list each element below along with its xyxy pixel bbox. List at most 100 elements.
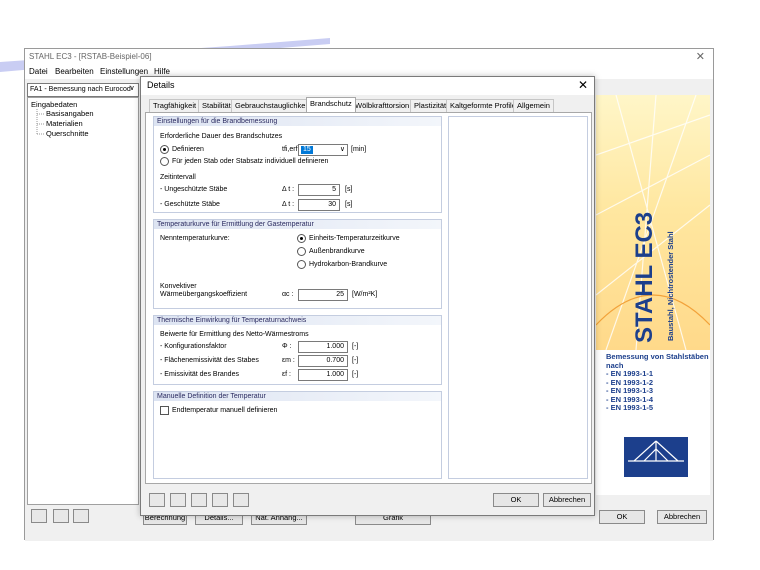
config-factor-label: - Konfigurationsfaktor [160,343,227,350]
radio-standard-curve[interactable] [297,234,306,243]
dt-symbol: Δ t : [282,201,295,208]
help-icon[interactable] [149,493,165,507]
details-dialog: Details ✕ Tragfähigkeit Stabilität Gebra… [140,76,595,516]
unprotected-label: - Ungeschützte Stäbe [160,186,228,193]
menu-einstellungen[interactable]: Einstellungen [100,67,148,76]
nominal-curve-label: Nenntemperaturkurve: [160,235,230,242]
tab-kaltgeformte-profile[interactable]: Kaltgeformte Profile [446,99,520,112]
manual-temperature-checkbox[interactable] [160,406,169,415]
splash-title: STAHL EC3 [631,212,658,343]
temperature-curve-group: Temperaturkurve für Ermittlung der Gaste… [153,219,442,309]
config-factor-unit: [-] [352,343,359,350]
tab-allgemein[interactable]: Allgemein [513,99,554,112]
main-close-icon[interactable]: ✕ [696,50,705,63]
export-icon[interactable] [53,509,69,523]
tfi-value: 15 [301,146,313,154]
tfi-dropdown[interactable]: 15 ∨ [298,144,348,156]
fire-emissivity-input[interactable]: 1.000 [298,369,348,381]
dialog-bottom-bar: OK Abbrechen [141,485,594,515]
reset-icon[interactable] [191,493,207,507]
menu-datei[interactable]: Datei [29,67,48,76]
thermal-action-group: Thermische Einwirkung für Temperaturnach… [153,315,442,385]
product-splash: STAHL EC3 Baustahl, Nichtrostender Stahl… [596,95,710,495]
tree-item-basisangaben[interactable]: Basisangaben [46,109,94,118]
main-ok-button[interactable]: OK [599,510,645,524]
fire-settings-header: Einstellungen für die Brandbemessung [154,117,441,126]
member-emissivity-symbol: εm : [282,357,295,364]
radio-define[interactable] [160,145,169,154]
load-icon[interactable] [212,493,228,507]
radio-external-curve-label: Außenbrandkurve [309,248,365,255]
manual-temperature-header: Manuelle Definition der Temperatur [154,392,441,401]
radio-individual-label: Für jeden Stab oder Stabsatz individuell… [172,158,329,165]
help-icon[interactable] [31,509,47,523]
tree-item-materialien[interactable]: Materialien [46,119,83,128]
protected-input[interactable]: 30 [298,199,340,211]
splash-subtitle: Baustahl, Nichtrostender Stahl [666,231,675,341]
manual-temperature-label: Endtemperatur manuell definieren [172,407,278,414]
splash-heading: Bemessung von Stahlstäben nach [606,352,709,370]
dlubal-logo-icon [624,437,688,477]
splash-title-vertical: STAHL EC3 [631,212,658,343]
preview-area [448,116,588,479]
cancel-button[interactable]: Abbrechen [543,493,591,507]
tab-woelbkrafttorsion[interactable]: Wölbkrafttorsion [351,99,414,112]
unprotected-input[interactable]: 5 [298,184,340,196]
tab-plastizitaet[interactable]: Plastizität [410,99,451,112]
alpha-input[interactable]: 25 [298,289,348,301]
main-title-bar: STAHL EC3 - [RSTAB-Beispiel-06] ✕ [25,49,713,65]
manual-temperature-group: Manuelle Definition der Temperatur Endte… [153,391,442,479]
fire-emissivity-label: - Emissivität des Brandes [160,371,239,378]
member-emissivity-label: - Flächenemissivität des Stabes [160,357,259,364]
main-cancel-button[interactable]: Abbrechen [657,510,707,524]
temperature-curve-header: Temperaturkurve für Ermittlung der Gaste… [154,220,441,229]
radio-hydrocarbon-curve[interactable] [297,260,306,269]
menu-bearbeiten[interactable]: Bearbeiten [55,67,94,76]
tab-stabilitaet[interactable]: Stabilität [198,99,235,112]
thermal-action-header: Thermische Einwirkung für Temperaturnach… [154,316,441,325]
tab-tragfaehigkeit[interactable]: Tragfähigkeit [149,99,201,112]
ok-button[interactable]: OK [493,493,539,507]
dialog-title: Details [147,80,175,90]
tab-content-brandschutz: Einstellungen für die Brandbemessung Erf… [145,112,592,484]
tab-gebrauchstauglichkeit[interactable]: Gebrauchstauglichkeit [231,99,314,112]
menu-hilfe[interactable]: Hilfe [154,67,170,76]
main-window-title: STAHL EC3 - [RSTAB-Beispiel-06] [29,52,152,61]
tfi-unit: [min] [351,146,367,153]
tree-root[interactable]: Eingabedaten [31,100,77,109]
alpha-unit: [W/m²K] [352,291,378,298]
radio-standard-curve-label: Einheits-Temperaturzeitkurve [309,235,400,242]
convective-label-line2: Wärmeübergangskoeffizient [160,291,248,298]
tree-item-querschnitte[interactable]: Querschnitte [46,129,89,138]
case-select-value: FA1 - Bemessung nach Eurocod [30,86,131,93]
fire-emissivity-symbol: εf : [282,371,291,378]
fire-emissivity-unit: [-] [352,371,359,378]
splash-subtitle-vertical: Baustahl, Nichtrostender Stahl [666,231,675,341]
close-icon[interactable]: ✕ [578,78,588,92]
chevron-down-icon: ∨ [129,85,135,92]
member-emissivity-unit: [-] [352,357,359,364]
radio-external-curve[interactable] [297,247,306,256]
radio-define-label: Definieren [172,146,204,153]
import-icon[interactable] [73,509,89,523]
unprotected-unit: [s] [345,186,353,193]
tree-connector-lines [36,109,45,135]
case-select[interactable]: FA1 - Bemessung nach Eurocod ∨ [27,83,139,97]
chevron-down-icon: ∨ [339,146,345,153]
tab-brandschutz[interactable]: Brandschutz [306,97,356,112]
alpha-symbol: αc : [282,291,294,298]
duration-label: Erforderliche Dauer des Brandschutzes [160,133,283,140]
splash-description: Bemessung von Stahlstäben nach - EN 1993… [606,352,710,413]
dialog-title-bar: Details ✕ [141,77,594,95]
save-icon[interactable] [233,493,249,507]
tab-bar: Tragfähigkeit Stabilität Gebrauchstaugli… [145,97,591,112]
radio-individual[interactable] [160,157,169,166]
fire-settings-group: Einstellungen für die Brandbemessung Erf… [153,116,442,213]
coefficients-label: Beiwerte für Ermittlung des Netto-Wärmes… [160,331,309,338]
norm-item: - EN 1993-1-5 [606,403,654,412]
config-factor-input[interactable]: 1.000 [298,341,348,353]
member-emissivity-input[interactable]: 0.700 [298,355,348,367]
protected-label: - Geschützte Stäbe [160,201,220,208]
protected-unit: [s] [345,201,353,208]
units-icon[interactable] [170,493,186,507]
